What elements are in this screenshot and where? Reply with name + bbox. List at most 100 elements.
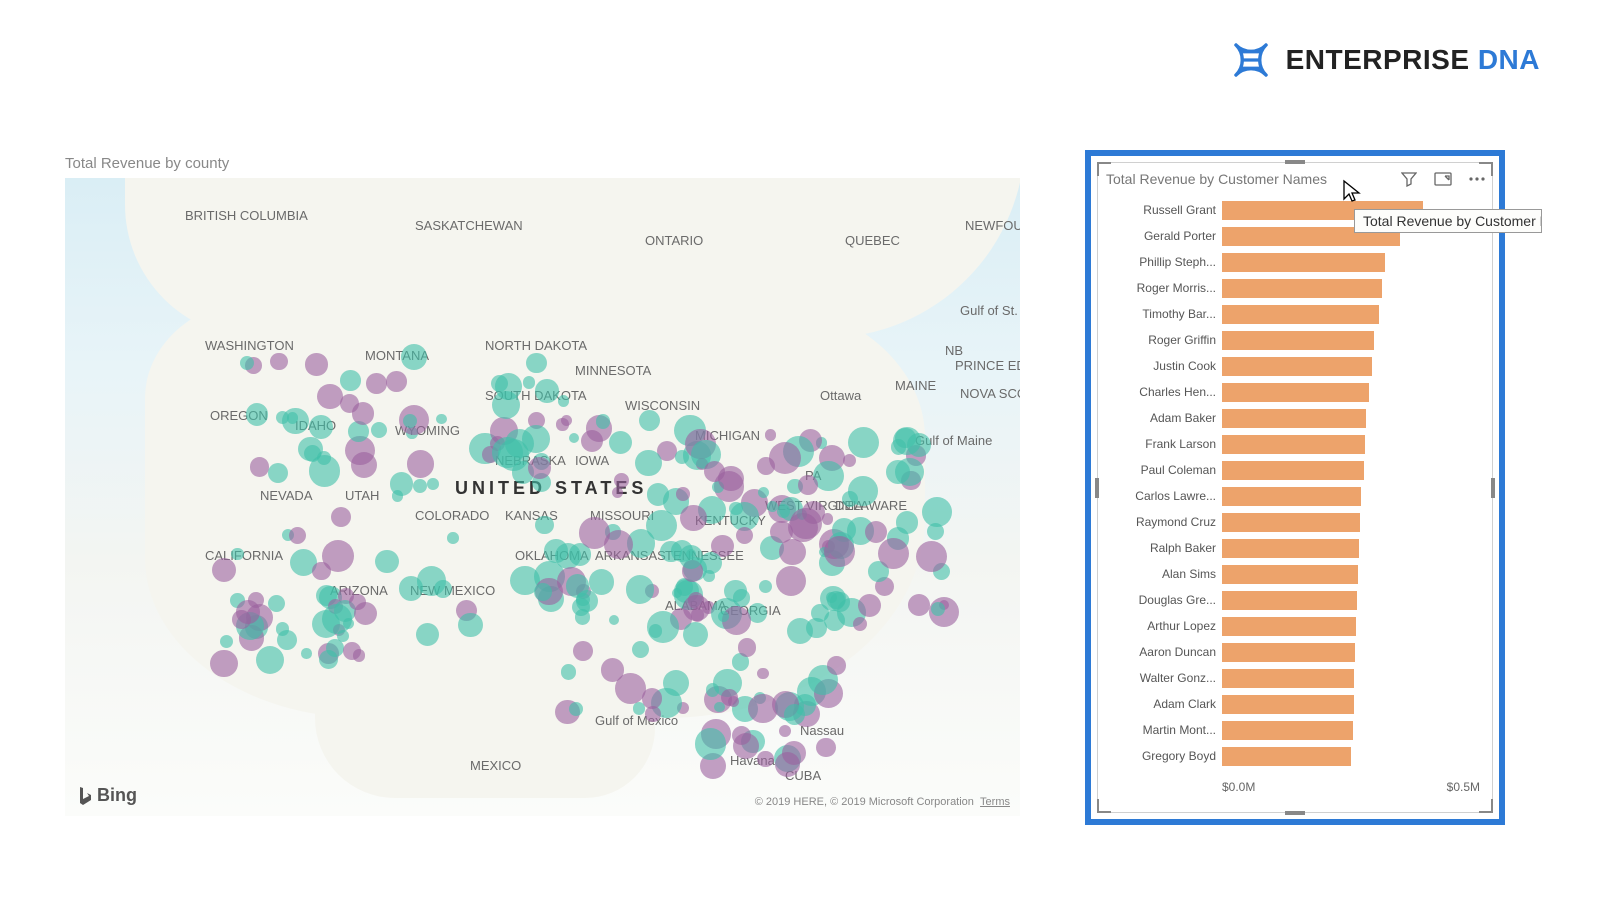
map-bubble[interactable]	[896, 511, 918, 533]
map-bubble[interactable]	[447, 532, 459, 544]
map-bubble[interactable]	[331, 507, 351, 527]
bar-row[interactable]: Roger Griffin	[1108, 327, 1480, 353]
map-bubble[interactable]	[413, 479, 427, 493]
bar-fill[interactable]	[1222, 513, 1360, 532]
bar-row[interactable]: Charles Hen...	[1108, 379, 1480, 405]
map-bubble[interactable]	[635, 450, 662, 477]
map-bubble[interactable]	[317, 384, 342, 409]
bar-fill[interactable]	[1222, 565, 1358, 584]
map-canvas[interactable]: UNITED STATES Bing © 2019 HERE, © 2019 M…	[65, 178, 1020, 816]
map-bubble[interactable]	[784, 704, 805, 725]
bar-row[interactable]: Carlos Lawre...	[1108, 483, 1480, 509]
map-bubble[interactable]	[632, 641, 649, 658]
bar-fill[interactable]	[1222, 279, 1382, 298]
map-bubble[interactable]	[250, 457, 270, 477]
bar-fill[interactable]	[1222, 591, 1357, 610]
map-bubble[interactable]	[683, 595, 710, 622]
map-bubble[interactable]	[767, 501, 778, 512]
map-bubble[interactable]	[282, 408, 309, 435]
bar-fill[interactable]	[1222, 461, 1364, 480]
map-bubble[interactable]	[386, 371, 407, 392]
map-bubble[interactable]	[765, 429, 776, 440]
bar-fill[interactable]	[1222, 695, 1354, 714]
map-visual[interactable]: Total Revenue by county UNITED STATES Bi…	[65, 155, 1020, 815]
terms-link[interactable]: Terms	[980, 796, 1010, 808]
map-bubble[interactable]	[304, 445, 321, 462]
map-bubble[interactable]	[728, 696, 739, 707]
map-bubble[interactable]	[523, 376, 536, 389]
focus-mode-icon[interactable]	[1434, 170, 1452, 188]
map-bubble[interactable]	[322, 540, 354, 572]
resize-handle[interactable]	[1095, 478, 1099, 498]
map-bubble[interactable]	[675, 450, 689, 464]
map-bubble[interactable]	[733, 733, 759, 759]
map-bubble[interactable]	[827, 656, 846, 675]
map-bubble[interactable]	[534, 583, 552, 601]
map-bubble[interactable]	[343, 642, 361, 660]
map-bubble[interactable]	[558, 395, 570, 407]
bar-row[interactable]: Paul Coleman	[1108, 457, 1480, 483]
resize-handle[interactable]	[1097, 162, 1111, 176]
bar-row[interactable]: Alan Sims	[1108, 561, 1480, 587]
map-bubble[interactable]	[787, 618, 813, 644]
map-bubble[interactable]	[589, 569, 615, 595]
bar-fill[interactable]	[1222, 409, 1366, 428]
map-bubble[interactable]	[614, 473, 629, 488]
bar-fill[interactable]	[1222, 435, 1365, 454]
map-bubble[interactable]	[878, 538, 909, 569]
bar-fill[interactable]	[1222, 721, 1353, 740]
map-bubble[interactable]	[416, 623, 439, 646]
bar-row[interactable]: Adam Baker	[1108, 405, 1480, 431]
map-bubble[interactable]	[366, 373, 387, 394]
bar-chart-body[interactable]: Russell GrantGerald PorterPhillip Steph.…	[1108, 197, 1480, 770]
map-bubble[interactable]	[319, 650, 338, 669]
bar-row[interactable]: Walter Gonz...	[1108, 665, 1480, 691]
map-bubble[interactable]	[738, 638, 756, 656]
bar-row[interactable]: Adam Clark	[1108, 691, 1480, 717]
map-bubble[interactable]	[779, 539, 806, 566]
map-bubble[interactable]	[535, 516, 554, 535]
map-bubble[interactable]	[757, 751, 774, 768]
bar-row[interactable]: Aaron Duncan	[1108, 639, 1480, 665]
map-bubble[interactable]	[895, 458, 923, 486]
bar-row[interactable]: Martin Mont...	[1108, 717, 1480, 743]
bar-row[interactable]: Timothy Bar...	[1108, 301, 1480, 327]
map-bubble[interactable]	[596, 414, 611, 429]
map-bubble[interactable]	[816, 738, 835, 757]
map-bubble[interactable]	[827, 591, 845, 609]
map-bubble[interactable]	[340, 370, 360, 390]
resize-handle[interactable]	[1285, 160, 1305, 164]
bar-row[interactable]: Justin Cook	[1108, 353, 1480, 379]
map-bubble[interactable]	[236, 600, 260, 624]
map-bubble[interactable]	[212, 558, 236, 582]
bar-chart-visual[interactable]: Total Revenue by Customer Names Russell …	[1085, 150, 1505, 825]
map-bubble[interactable]	[724, 580, 747, 603]
map-bubble[interactable]	[775, 752, 800, 777]
map-bubble[interactable]	[645, 706, 661, 722]
bar-fill[interactable]	[1222, 487, 1361, 506]
map-bubble[interactable]	[842, 491, 858, 507]
bar-row[interactable]: Douglas Gre...	[1108, 587, 1480, 613]
map-bubble[interactable]	[322, 604, 352, 634]
map-bubble[interactable]	[695, 728, 727, 760]
bar-row[interactable]: Raymond Cruz	[1108, 509, 1480, 535]
map-bubble[interactable]	[676, 487, 689, 500]
map-bubble[interactable]	[277, 630, 297, 650]
map-bubble[interactable]	[427, 478, 439, 490]
map-bubble[interactable]	[579, 517, 611, 549]
map-bubble[interactable]	[779, 725, 791, 737]
map-bubble[interactable]	[769, 442, 801, 474]
resize-handle[interactable]	[1097, 799, 1111, 813]
map-bubble[interactable]	[679, 545, 703, 569]
bar-fill[interactable]	[1222, 357, 1372, 376]
map-bubble[interactable]	[390, 472, 413, 495]
bar-fill[interactable]	[1222, 331, 1374, 350]
bar-fill[interactable]	[1222, 747, 1351, 766]
map-bubble[interactable]	[790, 508, 822, 540]
map-bubble[interactable]	[680, 505, 706, 531]
map-bubble[interactable]	[663, 670, 689, 696]
map-bubble[interactable]	[757, 668, 768, 679]
map-bubble[interactable]	[240, 356, 254, 370]
bar-fill[interactable]	[1222, 305, 1379, 324]
resize-handle[interactable]	[1491, 478, 1495, 498]
